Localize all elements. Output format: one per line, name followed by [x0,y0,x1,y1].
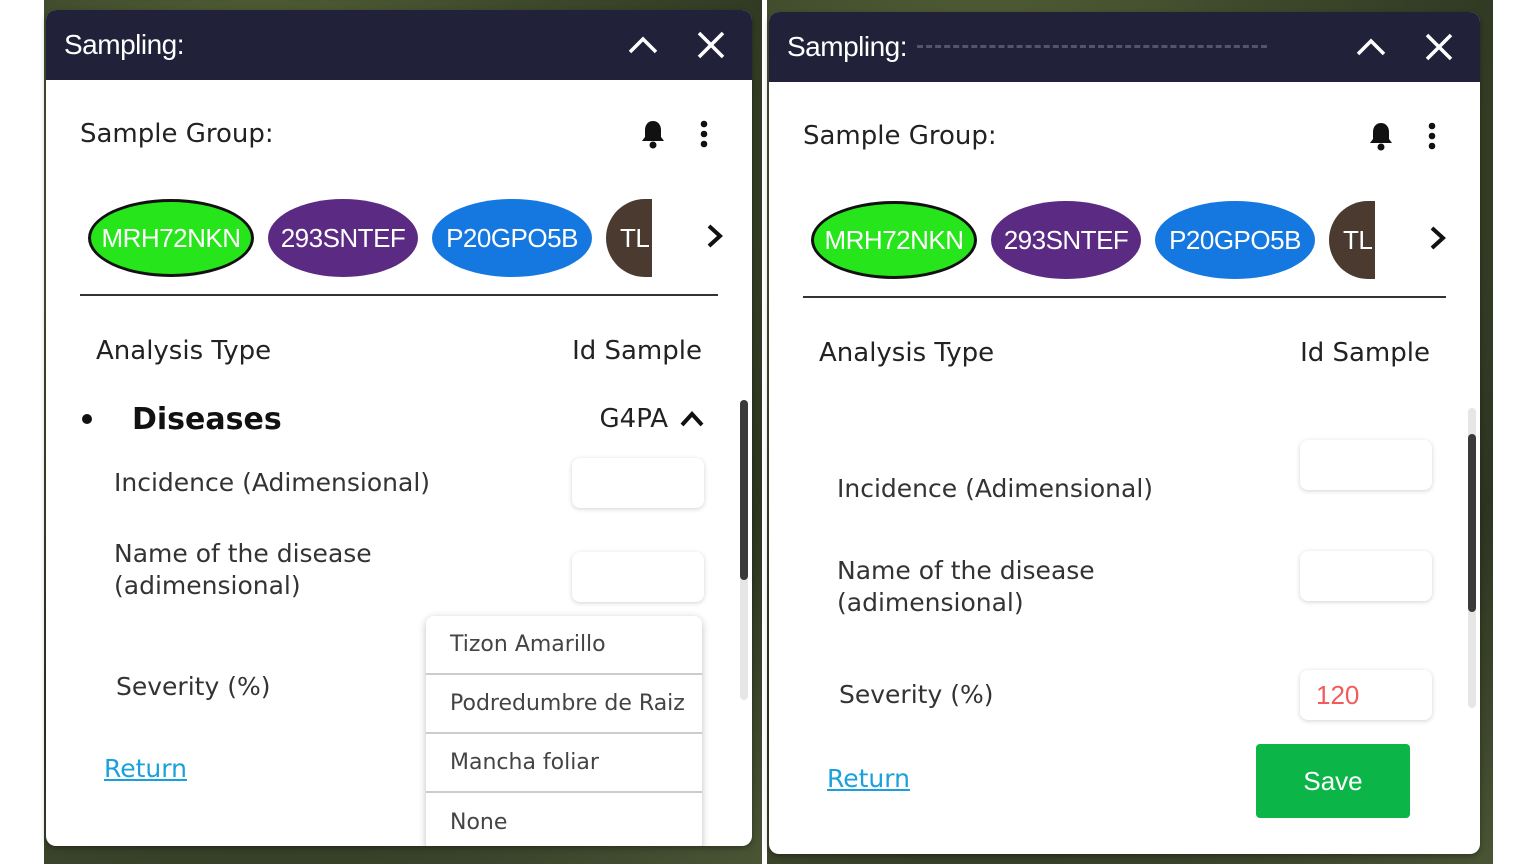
panel-titlebar: Sampling: [46,10,752,80]
sampling-panel-right: Sampling: Sample Group: MRH72NKN 293SNTE… [769,12,1480,854]
analysis-type-header: Analysis Type [96,336,272,366]
field-disease-name: Name of the disease (adimensional) [80,538,718,602]
panel-title: Sampling: [64,29,185,60]
collapse-button[interactable] [1348,24,1394,70]
disease-dropdown-menu: Tizon Amarillo Podredumbre de Raiz Manch… [426,616,702,846]
field-incidence: Incidence (Adimensional) [80,456,718,510]
dropdown-option[interactable]: Mancha foliar [426,734,702,793]
sample-group-row: Sample Group: [803,82,1446,190]
scrollbar-thumb[interactable] [740,400,748,580]
section-title: Diseases [132,401,282,437]
field-incidence: Incidence (Adimensional) [803,438,1446,503]
chip-group-2[interactable]: 293SNTEF [991,201,1141,279]
chip-group-4[interactable]: TL [1329,201,1375,279]
sampling-panel-left: Sampling: Sample Group: MRH72NKN 293SNTE… [46,10,752,846]
close-icon [1425,33,1453,61]
close-icon [697,31,725,59]
incidence-label: Incidence (Adimensional) [114,468,431,497]
chip-group-1[interactable]: MRH72NKN [88,199,254,277]
bell-icon[interactable] [1368,121,1394,151]
collapse-button[interactable] [620,22,666,68]
id-sample-header: Id Sample [1300,338,1430,368]
severity-label: Severity (%) [839,680,994,709]
more-vertical-icon[interactable] [700,120,708,148]
analysis-type-header: Analysis Type [819,338,995,368]
chevron-up-icon[interactable] [680,411,704,427]
table-header: Analysis Type Id Sample [803,298,1446,408]
chevron-up-icon [628,36,658,54]
chip-group-3[interactable]: P20GPO5B [1155,201,1315,279]
dropdown-option[interactable]: Tizon Amarillo [426,616,702,675]
chevron-right-icon [707,224,723,247]
id-sample-header: Id Sample [572,336,702,366]
chips-next-button[interactable] [1429,225,1447,256]
title-obscured-text [917,45,1268,49]
chevron-up-icon [1356,38,1386,56]
section-diseases[interactable]: Diseases G4PA [80,402,718,437]
save-button[interactable]: Save [1256,744,1410,818]
panel-title: Sampling: [787,31,908,62]
sample-group-row: Sample Group: [80,80,718,188]
disease-name-label-line1: Name of the disease [114,539,372,568]
sample-group-chips: MRH72NKN 293SNTEF P20GPO5B TL [80,188,723,288]
scrollbar[interactable] [740,400,748,700]
close-button[interactable] [688,22,734,68]
sample-group-label: Sample Group: [803,121,997,151]
incidence-input[interactable] [572,458,704,508]
severity-label: Severity (%) [116,672,271,701]
field-disease-name: Name of the disease (adimensional) [803,544,1446,617]
sample-group-label: Sample Group: [80,119,274,149]
more-vertical-icon[interactable] [1428,122,1436,150]
chip-group-4[interactable]: TL [606,199,652,277]
return-link[interactable]: Return [827,764,910,793]
dropdown-option[interactable]: Podredumbre de Raiz [426,675,702,734]
incidence-input[interactable] [1300,440,1432,490]
sample-group-chips: MRH72NKN 293SNTEF P20GPO5B TL [803,190,1446,290]
scrollbar[interactable] [1468,408,1476,708]
severity-input[interactable] [1300,670,1432,720]
chip-group-2[interactable]: 293SNTEF [268,199,418,277]
bell-icon[interactable] [640,119,666,149]
bullet [82,414,92,424]
screenshot-stage: Sampling: Sample Group: MRH72NKN 293SNTE… [0,0,1536,864]
disease-name-label-line1: Name of the disease [837,556,1095,585]
field-severity: Severity (%) [803,668,1446,722]
disease-name-label-line2: (adimensional) [837,588,1024,617]
dropdown-option[interactable]: None [426,793,702,846]
panel-body: Sample Group: MRH72NKN 293SNTEF P20GPO5B… [769,82,1480,722]
disease-name-label-line2: (adimensional) [114,571,301,600]
return-link[interactable]: Return [104,754,187,783]
disease-name-input[interactable] [1300,551,1432,601]
chevron-right-icon [1430,226,1446,249]
incidence-label: Incidence (Adimensional) [837,474,1154,503]
chip-group-1[interactable]: MRH72NKN [811,201,977,279]
close-button[interactable] [1416,24,1462,70]
section-id: G4PA [599,404,669,434]
chip-group-3[interactable]: P20GPO5B [432,199,592,277]
disease-name-input[interactable] [572,552,704,602]
table-header: Analysis Type Id Sample [80,296,718,406]
scrollbar-thumb[interactable] [1468,434,1476,612]
chips-next-button[interactable] [706,223,724,254]
panel-titlebar: Sampling: [769,12,1480,82]
